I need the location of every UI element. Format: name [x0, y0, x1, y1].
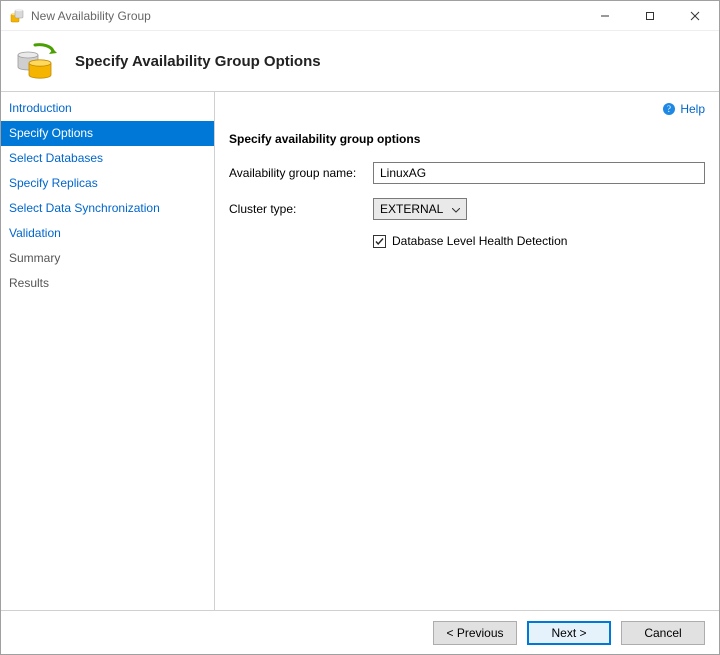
wizard-window: New Availability Group	[0, 0, 720, 655]
cluster-type-label: Cluster type:	[229, 202, 373, 216]
minimize-button[interactable]	[582, 2, 627, 30]
health-detection-checkbox[interactable]	[373, 235, 386, 248]
cluster-type-value: EXTERNAL	[380, 202, 443, 216]
svg-text:?: ?	[667, 104, 671, 114]
cluster-type-row: Cluster type: EXTERNAL	[229, 198, 705, 220]
sidebar-item-results[interactable]: Results	[1, 271, 214, 296]
header-band: Specify Availability Group Options	[1, 31, 719, 91]
cancel-button[interactable]: Cancel	[621, 621, 705, 645]
help-icon: ?	[662, 102, 676, 116]
sidebar-item-validation[interactable]: Validation	[1, 221, 214, 246]
close-button[interactable]	[672, 2, 717, 30]
wizard-icon	[13, 39, 57, 83]
next-button[interactable]: Next >	[527, 621, 611, 645]
help-label: Help	[680, 102, 705, 116]
wizard-sidebar: Introduction Specify Options Select Data…	[1, 92, 215, 610]
page-heading: Specify Availability Group Options	[75, 53, 321, 70]
wizard-content: ? Help Specify availability group option…	[215, 92, 719, 610]
cluster-type-select[interactable]: EXTERNAL	[373, 198, 467, 220]
ag-name-input[interactable]	[373, 162, 705, 184]
wizard-body: Introduction Specify Options Select Data…	[1, 92, 719, 610]
wizard-footer: < Previous Next > Cancel	[1, 610, 719, 654]
help-link[interactable]: ? Help	[662, 102, 705, 116]
chevron-down-icon	[452, 202, 460, 216]
ag-name-row: Availability group name:	[229, 162, 705, 184]
sidebar-item-select-data-sync[interactable]: Select Data Synchronization	[1, 196, 214, 221]
sidebar-item-summary[interactable]: Summary	[1, 246, 214, 271]
window-controls	[582, 2, 717, 30]
content-spacer	[229, 248, 705, 602]
titlebar: New Availability Group	[1, 1, 719, 31]
previous-button[interactable]: < Previous	[433, 621, 517, 645]
health-detection-row: Database Level Health Detection	[373, 234, 705, 248]
window-title: New Availability Group	[31, 9, 582, 23]
health-detection-label: Database Level Health Detection	[392, 234, 567, 248]
sidebar-item-specify-replicas[interactable]: Specify Replicas	[1, 171, 214, 196]
ag-name-label: Availability group name:	[229, 166, 373, 180]
sidebar-item-introduction[interactable]: Introduction	[1, 96, 214, 121]
sidebar-item-select-databases[interactable]: Select Databases	[1, 146, 214, 171]
app-icon	[9, 8, 25, 24]
sidebar-item-specify-options[interactable]: Specify Options	[1, 121, 214, 146]
section-title: Specify availability group options	[229, 132, 705, 146]
maximize-button[interactable]	[627, 2, 672, 30]
